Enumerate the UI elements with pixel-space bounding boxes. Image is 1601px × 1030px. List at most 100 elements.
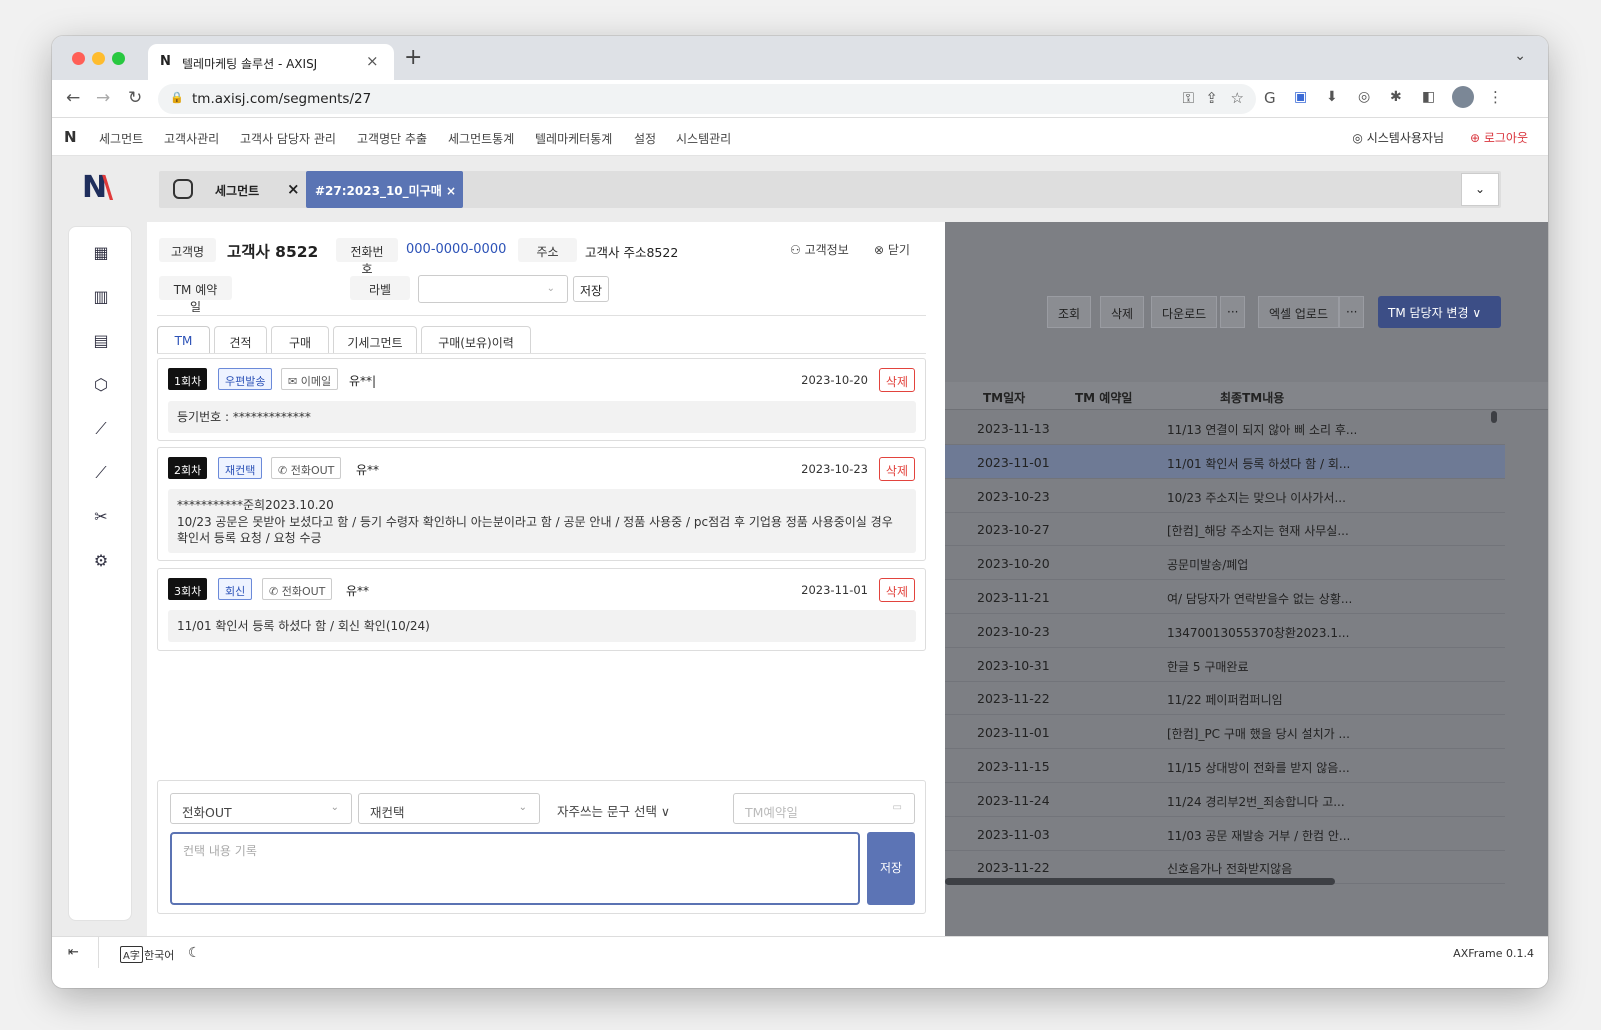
record-delete-button[interactable]: 삭제 (878, 457, 915, 481)
excel-upload-button[interactable]: 엑셀 업로드 (1258, 296, 1340, 328)
sidebar-building-icon[interactable]: ▥ (90, 287, 112, 309)
sidebar-settings-icon[interactable]: ⚙ (90, 551, 112, 573)
translate-icon[interactable]: ▣ (1294, 89, 1307, 105)
tab-tm[interactable]: TM (157, 326, 210, 354)
tab-prev-segment[interactable]: 기세그먼트 (333, 326, 417, 354)
forward-icon[interactable]: → (96, 88, 110, 108)
record-delete-button[interactable]: 삭제 (878, 368, 915, 392)
menu-settings[interactable]: 설정 (634, 130, 656, 147)
table-row[interactable]: 2023-11-24 11/24 경리부2번_죄송합니다 고... (945, 783, 1505, 817)
customer-info-link[interactable]: ⚇ 고객정보 (790, 241, 849, 258)
delete-button[interactable]: 삭제 (1100, 296, 1145, 328)
sidebar-chart2-icon[interactable]: ⟋ (90, 463, 112, 485)
sidebar-chart-icon[interactable]: ⟋ (90, 419, 112, 441)
language-select[interactable]: 한국어 (144, 947, 174, 963)
menu-telemarketer-stats[interactable]: 텔레마케터통계 (535, 130, 612, 147)
row-tm-date: 2023-10-23 (977, 623, 1050, 639)
browser-menu-icon[interactable]: ⋮ (1488, 88, 1503, 106)
grid-hscroll[interactable] (945, 878, 1335, 885)
tab-list-dropdown[interactable]: ⌄ (1461, 173, 1499, 206)
download-ext-icon[interactable]: ⬇ (1326, 89, 1338, 105)
table-row[interactable]: 2023-10-27 [한컴]_해당 주소지는 현재 사무실... (945, 512, 1505, 547)
tab-segment[interactable]: 세그먼트 × (163, 175, 305, 204)
row-tm-date: 2023-11-13 (977, 421, 1050, 436)
sidebar-dashboard-icon[interactable]: ▦ (90, 243, 112, 265)
phone-number[interactable]: 000-0000-0000 (406, 242, 506, 257)
back-icon[interactable]: ← (66, 88, 80, 108)
search-button[interactable]: 조회 (1047, 296, 1092, 328)
sidebar-contacts-icon[interactable]: ▤ (90, 331, 112, 353)
save-record-button[interactable]: 저장 (867, 832, 915, 905)
table-row[interactable]: 2023-10-23 13470013055370창환2023.1... (945, 614, 1505, 648)
tab-search-icon[interactable]: ⌄ (1514, 48, 1526, 64)
menu-customer-manager[interactable]: 고객사 담당자 관리 (240, 130, 336, 147)
record-delete-button[interactable]: 삭제 (878, 578, 915, 602)
new-tab-icon[interactable]: + (404, 45, 422, 70)
tab-estimate[interactable]: 견적 (214, 326, 267, 354)
col-last-tm[interactable]: 최종TM내용 (1220, 389, 1284, 406)
row-tm-date: 2023-11-15 (977, 759, 1050, 774)
theme-toggle-icon[interactable]: ☾ (188, 945, 201, 961)
download-more-button[interactable]: ··· (1220, 296, 1246, 328)
table-row[interactable]: 2023-11-13 11/13 연결이 되지 않아 삐 소리 후... (945, 411, 1505, 445)
col-tm-date[interactable]: TM일자 (983, 389, 1025, 406)
side-panel-icon[interactable]: ◧ (1422, 89, 1435, 105)
table-row[interactable]: 2023-11-21 여/ 담당자가 연락받을수 없는 상황... (945, 580, 1505, 614)
zoom-window-icon[interactable] (112, 52, 125, 65)
table-row[interactable]: 2023-11-01 [한컴]_PC 구매 했을 당시 설치가 ... (945, 715, 1505, 750)
col-tm-reserve[interactable]: TM 예약일 (1075, 389, 1132, 406)
download-button[interactable]: 다운로드 (1151, 296, 1218, 328)
table-row[interactable]: 2023-11-15 11/15 상대방이 전화를 받지 않음... (945, 749, 1505, 783)
table-row[interactable]: 2023-11-22 11/22 페이퍼컴퍼니임 (945, 681, 1505, 716)
extensions-icon[interactable]: ✱ (1390, 89, 1402, 105)
browser-tab[interactable]: N 텔레마케팅 솔루션 - AXISJ × (148, 44, 394, 80)
menu-segment-stats[interactable]: 세그먼트통계 (448, 130, 514, 147)
url-field[interactable]: 🔒 tm.axisj.com/segments/27 ⚿ ⇪ ☆ (158, 84, 1256, 114)
menu-customer-company[interactable]: 고객사관리 (164, 130, 219, 147)
reload-icon[interactable]: ↻ (128, 88, 142, 108)
record-caller: 유**| (349, 374, 377, 388)
contact-note-textarea[interactable]: 컨택 내용 기록 (170, 832, 860, 905)
menu-segment[interactable]: 세그먼트 (99, 130, 143, 147)
key-icon[interactable]: ⚿ (1183, 89, 1194, 107)
app-logo-small[interactable]: N (64, 128, 76, 146)
sidebar-tools-icon[interactable]: ✂ (90, 507, 112, 529)
menu-customer-extract[interactable]: 고객명단 추출 (357, 130, 427, 147)
channel-select[interactable]: 전화OUT ⌄ (170, 793, 352, 824)
tm-reserve-date-input[interactable]: TM예약일 ▭ (733, 793, 915, 824)
sidebar-cube-icon[interactable]: ⬡ (90, 375, 112, 397)
tm-manager-change-button[interactable]: TM 담당자 변경 ∨ (1378, 296, 1501, 328)
google-icon[interactable]: G (1264, 89, 1276, 107)
tab-active-segment[interactable]: #27:2023_10_미구매 × (306, 171, 463, 208)
grid-vscroll[interactable] (1491, 411, 1497, 423)
label-save-button[interactable]: 저장 (573, 276, 610, 302)
table-row[interactable]: 2023-11-01 11/01 확인서 등록 하셨다 함 / 회... (945, 444, 1505, 479)
tab-segment-close-icon[interactable]: × (287, 180, 300, 198)
screen-capture-icon[interactable]: ◎ (1358, 89, 1370, 105)
logout-button[interactable]: ⊕ 로그아웃 (1470, 129, 1528, 146)
app-version: AXFrame 0.1.4 (1453, 947, 1534, 960)
app-logo[interactable]: N\ (82, 170, 118, 206)
close-window-icon[interactable] (72, 52, 85, 65)
bookmark-star-icon[interactable]: ☆ (1231, 89, 1244, 107)
profile-avatar[interactable] (1452, 86, 1474, 108)
tab-purchase[interactable]: 구매 (271, 326, 329, 354)
share-icon[interactable]: ⇪ (1205, 89, 1218, 107)
menu-toggle-icon[interactable]: ⇤ (68, 945, 79, 960)
tab-purchase-history[interactable]: 구매(보유)이력 (421, 326, 531, 354)
user-menu[interactable]: ◎ 시스템사용자님 (1352, 129, 1444, 146)
tab-close-icon[interactable]: × (366, 52, 379, 70)
row-last-tm: 공문미발송/폐업 (1167, 558, 1249, 573)
label-select[interactable]: ⌄ (418, 275, 568, 303)
table-row[interactable]: 2023-11-03 11/03 공문 재발송 거부 / 한컴 안... (945, 817, 1505, 851)
type-select[interactable]: 재컨택 ⌄ (358, 793, 540, 824)
table-row[interactable]: 2023-10-23 10/23 주소지는 맞으나 이사가서... (945, 479, 1505, 513)
menu-system[interactable]: 시스템관리 (676, 130, 731, 147)
phrase-select[interactable]: 자주쓰는 문구 선택 ∨ (557, 801, 670, 820)
table-row[interactable]: 2023-10-31 한글 5 구매완료 (945, 648, 1505, 682)
close-panel-button[interactable]: ⊗ 닫기 (874, 241, 910, 258)
row-last-tm: 11/03 공문 재발송 거부 / 한컴 안... (1167, 828, 1351, 843)
upload-more-button[interactable]: ··· (1339, 296, 1365, 328)
table-row[interactable]: 2023-10-20 공문미발송/폐업 (945, 546, 1505, 581)
minimize-window-icon[interactable] (92, 52, 105, 65)
